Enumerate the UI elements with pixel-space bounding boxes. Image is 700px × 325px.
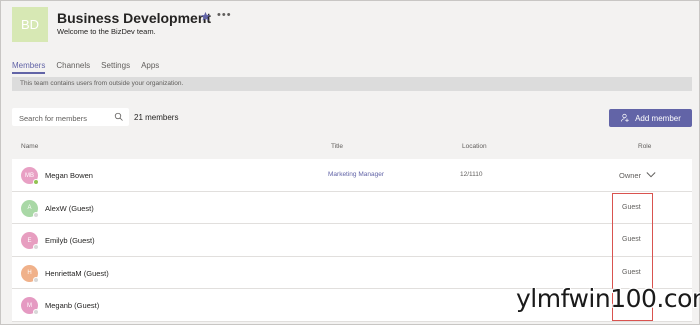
avatar: A (21, 199, 39, 218)
tab-settings[interactable]: Settings (101, 61, 130, 74)
table-row[interactable]: A AlexW (Guest) Guest (12, 191, 692, 224)
more-options-icon[interactable]: ••• (217, 9, 232, 21)
member-count: 21 members (134, 113, 179, 122)
avatar: MB (21, 167, 39, 185)
avatar: E (21, 232, 39, 250)
external-users-banner: This team contains users from outside yo… (12, 77, 692, 91)
tab-apps[interactable]: Apps (141, 61, 159, 74)
member-name: HenriettaM (Guest) (45, 268, 109, 278)
member-location: 12/1110 (460, 171, 483, 178)
avatar-initials: M (27, 302, 32, 309)
column-header-name[interactable]: Name (21, 143, 38, 150)
team-description: Welcome to the BizDev team. (57, 27, 156, 36)
star-icon[interactable] (200, 11, 211, 22)
presence-offline-icon (33, 309, 39, 315)
team-tabs: Members Channels Settings Apps (12, 61, 170, 74)
member-name: Meganb (Guest) (45, 301, 100, 310)
teams-window: BD Business Development ••• Welcome to t… (0, 0, 700, 325)
avatar: M (21, 297, 39, 315)
chevron-down-icon[interactable] (646, 171, 656, 179)
member-name: AlexW (Guest) (45, 203, 94, 213)
add-member-button[interactable]: Add member (609, 109, 692, 127)
avatar-initials: H (27, 270, 32, 276)
avatar-initials: E (27, 237, 32, 244)
member-name: Emilyb (Guest) (45, 236, 95, 245)
add-person-icon (621, 113, 629, 122)
presence-available-icon (33, 179, 39, 185)
team-initials: BD (20, 17, 40, 32)
presence-offline-icon (33, 244, 39, 250)
member-search (12, 108, 129, 128)
tab-channels[interactable]: Channels (56, 61, 90, 74)
avatar-initials: A (27, 205, 32, 211)
member-role-dropdown[interactable]: Owner (619, 171, 641, 180)
column-header-role[interactable]: Role (638, 143, 651, 150)
table-row[interactable]: MB Megan Bowen Marketing Manager 12/1110… (12, 159, 692, 192)
avatar-initials: MB (25, 172, 34, 179)
presence-offline-icon (33, 211, 39, 218)
search-input[interactable] (12, 109, 129, 128)
column-header-location[interactable]: Location (462, 143, 487, 150)
watermark: ylmfwin100.com (516, 284, 700, 313)
member-name: Megan Bowen (45, 171, 93, 180)
team-avatar: BD (12, 7, 48, 42)
member-title: Marketing Manager (328, 171, 384, 178)
presence-offline-icon (33, 276, 39, 283)
table-row[interactable]: E Emilyb (Guest) Guest (12, 224, 692, 257)
avatar: H (21, 264, 39, 283)
tab-members[interactable]: Members (12, 61, 46, 74)
search-icon[interactable] (114, 112, 124, 122)
team-name: Business Development (57, 10, 212, 26)
column-header-title[interactable]: Title (331, 143, 343, 150)
add-member-label: Add member (635, 113, 681, 123)
